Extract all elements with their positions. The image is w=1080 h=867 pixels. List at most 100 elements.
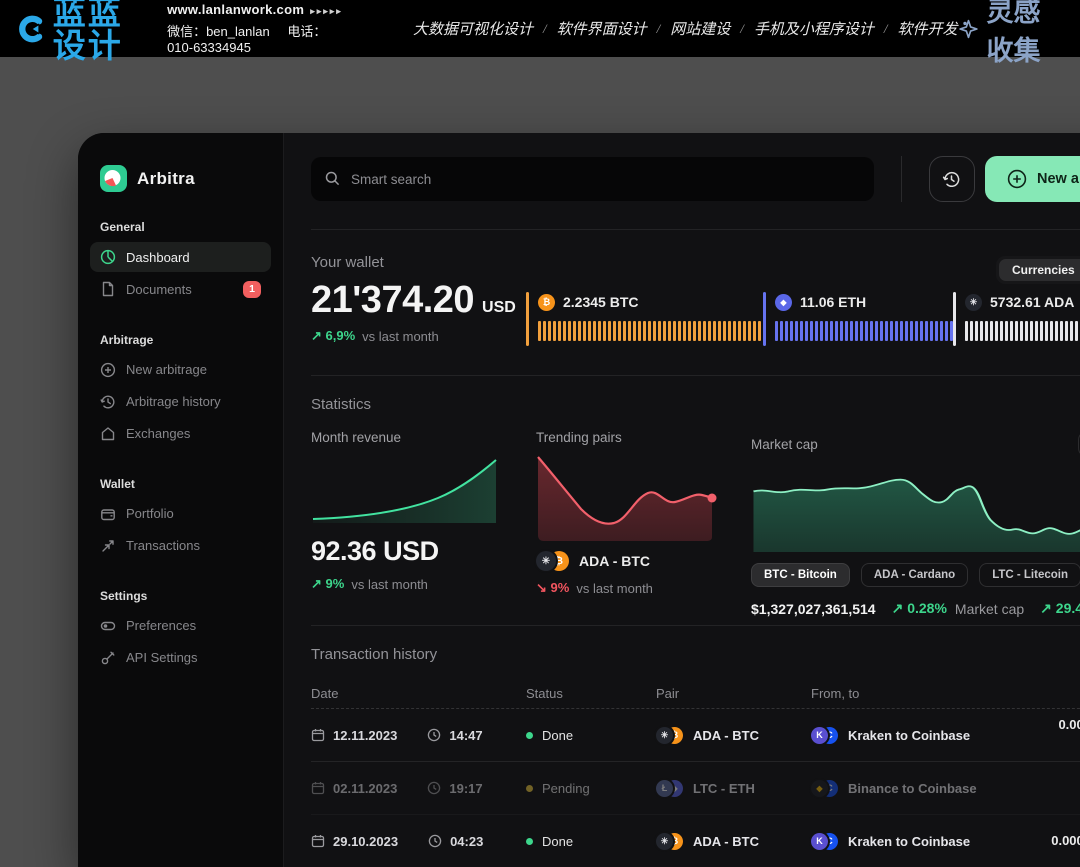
- month-revenue-card: Month revenue 92.36 USD ↗ 9%: [311, 430, 498, 592]
- transaction-row[interactable]: 12.11.2023 14:47 Done ✳ ₿ ADA - BTC: [311, 709, 1080, 762]
- ada-icon: ✳: [656, 727, 673, 744]
- nav-item-software-ui[interactable]: 软件界面设计: [557, 18, 647, 39]
- sidebar-item-exchanges[interactable]: Exchanges: [90, 419, 271, 449]
- sidebar-item-portfolio[interactable]: Portfolio: [90, 499, 271, 529]
- transaction-history-section: Transaction history Date Status Pair Fro…: [311, 626, 1080, 867]
- document-icon: [100, 281, 116, 297]
- market-cap-delta-label: Market cap: [955, 601, 1024, 617]
- nav-item-dev[interactable]: 软件开发: [898, 18, 958, 39]
- eth-marker: [763, 292, 766, 346]
- sidebar-item-label: Exchanges: [126, 426, 190, 441]
- sidebar-item-label: Preferences: [126, 618, 196, 633]
- pair-icons: ✳ ₿: [656, 833, 683, 850]
- sidebar-item-dashboard[interactable]: Dashboard: [90, 242, 271, 272]
- nav-separator: /: [740, 21, 744, 37]
- new-arbitrage-button[interactable]: New a: [985, 156, 1080, 202]
- site-logo[interactable]: 蓝蓝设计: [18, 0, 151, 62]
- sidebar-section-arbitrage: Arbitrage: [78, 333, 283, 347]
- nav-item-mobile[interactable]: 手机及小程序设计: [754, 18, 874, 39]
- sidebar-item-label: API Settings: [126, 650, 198, 665]
- pill-ltc-litecoin[interactable]: LTC - Litecoin: [979, 563, 1080, 587]
- inspiration-collect-link[interactable]: 灵感收集: [958, 0, 1062, 68]
- plus-circle-icon: [1007, 169, 1027, 189]
- revenue-value: 92.36 USD: [311, 536, 498, 567]
- market-cap-value: $1,327,027,361,514: [751, 601, 876, 617]
- statistics-section: Statistics Month revenue: [311, 376, 1080, 625]
- eth-icon: ◆: [775, 294, 792, 311]
- holding-eth: ◆ 11.06 ETH: [763, 292, 953, 346]
- pill-ada-cardano[interactable]: ADA - Cardano: [861, 563, 968, 587]
- eth-sparkline: [775, 321, 953, 341]
- eth-amount: 11.06 ETH: [800, 294, 866, 310]
- tx-date: 29.10.2023: [333, 834, 398, 849]
- wallet-title: Your wallet: [311, 230, 1080, 271]
- tx-pair: ADA - BTC: [693, 728, 759, 743]
- pair-icons: ✳ ₿: [536, 551, 569, 571]
- sidebar-item-preferences[interactable]: Preferences: [90, 611, 271, 641]
- search-box: [311, 157, 874, 201]
- pair-icons: ✳ ₿: [656, 727, 683, 744]
- tx-status: Done: [542, 728, 573, 743]
- tx-status: Done: [542, 834, 573, 849]
- collect-label: 灵感收集: [987, 0, 1062, 68]
- banner-contact: www.lanlanwork.com▸▸▸▸▸ 微信：ben_lanlan 电话…: [167, 2, 351, 55]
- kraken-icon: K: [811, 833, 828, 850]
- col-from-to: From, to: [811, 686, 1006, 701]
- search-icon: [325, 171, 340, 186]
- market-cap-card: Market cap 1D 7D 1M: [751, 430, 1080, 617]
- market-cap-stats: $1,327,027,361,514 ↗ 0.28% Market cap ↗ …: [751, 600, 1080, 617]
- sidebar-item-new-arbitrage[interactable]: New arbitrage: [90, 355, 271, 385]
- wallet-icon: [100, 506, 116, 522]
- sidebar-item-arbitrage-history[interactable]: Arbitrage history: [90, 387, 271, 417]
- wallet-balance-value: 21'374.20: [311, 281, 474, 319]
- ada-amount: 5732.61 ADA: [990, 294, 1074, 310]
- app-brand-name: Arbitra: [137, 169, 195, 189]
- tx-from-to: Kraken to Coinbase: [848, 834, 970, 849]
- new-arbitrage-label: New a: [1037, 171, 1079, 187]
- coin-filter-pills: BTC - Bitcoin ADA - Cardano LTC - Liteco…: [751, 563, 1080, 587]
- pair-icons: Ł ◆: [656, 780, 683, 797]
- exchange-icons: K C: [811, 727, 838, 744]
- wallet-view-tabs: Currencies E: [996, 256, 1080, 284]
- history-icon: [100, 394, 116, 410]
- transfer-arrows-icon: [100, 538, 116, 554]
- sidebar-item-documents[interactable]: Documents 1: [90, 274, 271, 305]
- holding-ada: ✳ 5732.61 ADA: [953, 292, 1080, 346]
- calendar-icon: [311, 728, 325, 742]
- tx-from-to: Binance to Coinbase: [848, 781, 977, 796]
- sidebar-section-wallet: Wallet: [78, 477, 283, 491]
- transaction-row[interactable]: 29.10.2023 04:23 Done ✳ ₿ ADA - BTC: [311, 815, 1080, 867]
- nav-item-website[interactable]: 网站建设: [670, 18, 730, 39]
- tab-currencies[interactable]: Currencies: [999, 259, 1080, 281]
- documents-badge: 1: [243, 281, 261, 298]
- sidebar-section-general: General: [78, 220, 283, 234]
- col-date: Date: [311, 686, 526, 701]
- wechat-id: 微信：ben_lanlan: [167, 24, 270, 39]
- tx-time: 04:23: [450, 834, 483, 849]
- nav-item-bigdata[interactable]: 大数据可视化设计: [413, 18, 533, 39]
- exchange-icons: K C: [811, 833, 838, 850]
- site-banner: 蓝蓝设计 www.lanlanwork.com▸▸▸▸▸ 微信：ben_lanl…: [0, 0, 1080, 57]
- clock-icon: [427, 728, 441, 742]
- toggle-icon: [100, 618, 116, 634]
- ltc-icon: Ł: [656, 780, 673, 797]
- sidebar-item-api-settings[interactable]: API Settings: [90, 643, 271, 673]
- pair-delta: ↘ 9% vs last month: [536, 580, 721, 596]
- market-cap-label: Market cap: [751, 437, 818, 452]
- btc-icon: ₿: [538, 294, 555, 311]
- pill-btc-bitcoin[interactable]: BTC - Bitcoin: [751, 563, 850, 587]
- nav-separator: /: [657, 21, 661, 37]
- site-url: www.lanlanwork.com: [167, 2, 304, 17]
- ada-icon: ✳: [656, 833, 673, 850]
- history-button[interactable]: [929, 156, 975, 202]
- sidebar-item-transactions[interactable]: Transactions: [90, 531, 271, 561]
- search-input[interactable]: [311, 157, 874, 201]
- transaction-row[interactable]: 02.11.2023 19:17 Pending Ł ◆ LTC - ETH: [311, 762, 1080, 815]
- tx-from-to: Kraken to Coinbase: [848, 728, 970, 743]
- binance-icon: ◆: [811, 780, 828, 797]
- trending-pairs-chart: [536, 449, 721, 545]
- app-brand[interactable]: Arbitra: [78, 165, 283, 192]
- calendar-icon: [311, 834, 325, 848]
- topbar-divider: [901, 156, 902, 202]
- revenue-label: Month revenue: [311, 430, 498, 445]
